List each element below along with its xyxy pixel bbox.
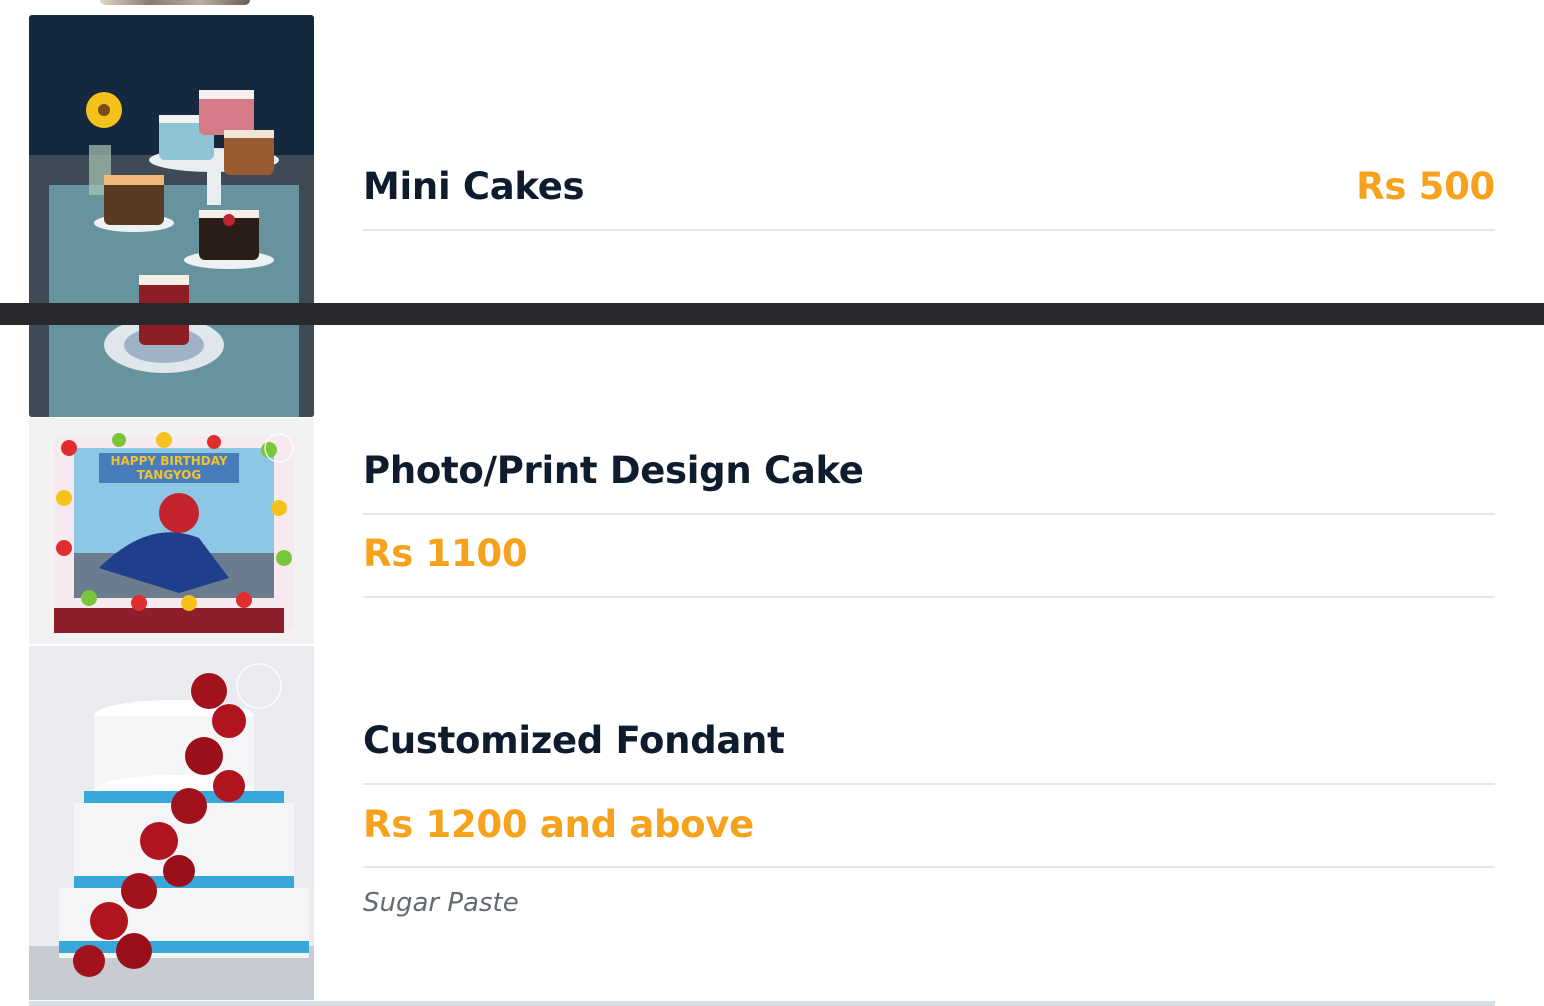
fondant-cake-image[interactable] — [29, 646, 314, 1000]
divider — [363, 783, 1495, 785]
previous-item-image-edge — [100, 0, 250, 5]
divider — [363, 513, 1495, 515]
divider — [363, 866, 1495, 868]
item-title[interactable]: Customized Fondant — [363, 719, 785, 762]
fondant-price-row: Rs 1200 and above — [363, 803, 1495, 846]
item-price: Rs 1200 and above — [363, 803, 754, 846]
item-price: Rs 500 — [1356, 165, 1495, 208]
item-description: Sugar Paste — [363, 888, 519, 918]
sticky-header-bar — [0, 303, 1544, 325]
mini-cakes-row: Mini Cakes Rs 500 — [363, 165, 1495, 208]
photo-print-cake-image[interactable]: HAPPY BIRTHDAY TANGYOG — [29, 418, 314, 644]
photo-print-cake-price-row: Rs 1100 — [363, 532, 1495, 575]
item-price: Rs 1100 — [363, 532, 528, 575]
svg-text:HAPPY BIRTHDAY: HAPPY BIRTHDAY — [110, 454, 227, 468]
svg-text:TANGYOG: TANGYOG — [137, 468, 201, 482]
divider — [363, 596, 1495, 598]
item-title[interactable]: Mini Cakes — [363, 165, 585, 208]
divider — [363, 229, 1495, 231]
photo-print-cake-title-row: Photo/Print Design Cake — [363, 449, 1495, 492]
mini-cakes-image[interactable] — [29, 15, 314, 417]
item-title[interactable]: Photo/Print Design Cake — [363, 449, 864, 492]
next-section-edge — [29, 1001, 1495, 1006]
fondant-title-row: Customized Fondant — [363, 719, 1495, 762]
